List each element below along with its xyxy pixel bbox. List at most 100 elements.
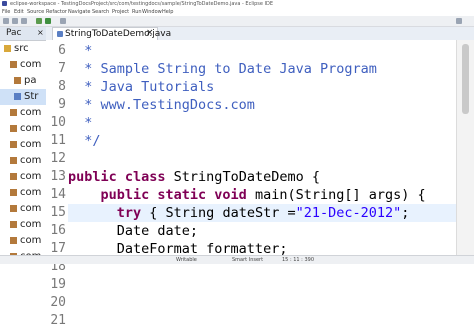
code-token: Date date; xyxy=(68,223,199,239)
code-line: try { String dateStr ="21-Dec-2012"; xyxy=(68,204,456,222)
code-token: = xyxy=(279,205,296,221)
tree-item[interactable]: Str xyxy=(0,89,46,105)
code-line: public static void main(String[] args) { xyxy=(68,186,456,204)
code-editor[interactable]: * * Sample String to Date Java Program *… xyxy=(68,40,456,255)
menu-refactor[interactable]: Refactor xyxy=(46,9,67,15)
main-toolbar xyxy=(0,16,474,27)
line-number: 7 xyxy=(58,61,66,76)
tree-item-label: src xyxy=(14,43,29,54)
run-icon[interactable] xyxy=(45,18,51,24)
print-icon[interactable] xyxy=(21,18,27,24)
tree-item[interactable]: com xyxy=(0,217,46,233)
tree-item-label: com xyxy=(20,107,42,118)
code-token: * www.TestingDocs.com xyxy=(68,97,255,113)
tree-item[interactable]: pa xyxy=(0,73,46,89)
line-number: 15 xyxy=(50,205,66,220)
tree-item[interactable]: com xyxy=(0,137,46,153)
tree-item-label: com xyxy=(20,235,42,246)
code-token: dateStr xyxy=(222,205,280,221)
menu-source[interactable]: Source xyxy=(27,9,44,15)
package-explorer-tab[interactable]: Pac × xyxy=(0,27,46,41)
line-number: 11 xyxy=(50,133,66,148)
code-line: */ xyxy=(68,132,456,150)
code-line: Date date; xyxy=(68,222,456,240)
scrollbar-thumb[interactable] xyxy=(462,44,469,114)
title-bar: eclipse-workspace - TestingDocsProject/s… xyxy=(0,0,474,8)
search-icon[interactable] xyxy=(60,18,66,24)
code-token: ; xyxy=(401,205,410,221)
package-icon xyxy=(10,109,17,116)
tree-item[interactable]: com xyxy=(0,153,46,169)
tree-item[interactable]: com xyxy=(0,185,46,201)
package-icon xyxy=(10,205,17,212)
code-token: */ xyxy=(68,133,101,149)
code-token: { String xyxy=(149,205,223,221)
tab-string-to-date-demo[interactable]: StringToDateDemo.java × xyxy=(52,27,171,41)
line-number: 20 xyxy=(50,295,66,310)
java-file-icon xyxy=(14,93,21,100)
code-token: DateFormat formatter; xyxy=(68,241,288,255)
line-number: 6 xyxy=(58,43,66,58)
close-icon[interactable]: × xyxy=(37,28,44,37)
perspective-icon[interactable] xyxy=(456,18,462,24)
package-icon xyxy=(10,125,17,132)
tree-item-label: Str xyxy=(24,91,39,102)
line-number: 10 xyxy=(50,115,66,130)
tree-item[interactable]: com xyxy=(0,105,46,121)
menu-run[interactable]: Run xyxy=(132,9,142,15)
code-line: * Sample String to Date Java Program xyxy=(68,60,456,78)
line-number: 21 xyxy=(50,313,66,328)
tree-item-label: com xyxy=(20,171,42,182)
menu-edit[interactable]: Edit xyxy=(14,9,24,15)
code-token: try xyxy=(68,205,150,221)
code-token: * Sample String to Date Java Program xyxy=(68,61,377,77)
code-line: DateFormat formatter; xyxy=(68,240,456,255)
status-writable: Writable xyxy=(176,257,197,263)
package-icon xyxy=(10,237,17,244)
package-icon xyxy=(10,173,17,180)
code-line: * xyxy=(68,114,456,132)
line-number: 19 xyxy=(50,277,66,292)
package-icon xyxy=(10,189,17,196)
code-line: * Java Tutorials xyxy=(68,78,456,96)
line-number: 16 xyxy=(50,223,66,238)
vertical-scrollbar[interactable] xyxy=(456,40,474,255)
menu-project[interactable]: Project xyxy=(112,9,129,15)
tree-item[interactable]: com xyxy=(0,201,46,217)
editor-tab-bar: StringToDateDemo.java × xyxy=(46,27,474,41)
menu-help[interactable]: Help xyxy=(162,9,173,15)
code-token: public class xyxy=(68,169,174,185)
menu-window[interactable]: Window xyxy=(142,9,162,15)
tree-item-label: com xyxy=(20,203,42,214)
menu-file[interactable]: File xyxy=(2,9,10,15)
tree-item[interactable]: src xyxy=(0,41,46,57)
status-cursor-position: 15 : 11 : 390 xyxy=(282,257,314,263)
line-number: 8 xyxy=(58,79,66,94)
menu-bar: File Edit Source Refactor Navigate Searc… xyxy=(0,8,474,16)
tree-item-label: com xyxy=(20,155,42,166)
package-explorer-tab-label: Pac xyxy=(6,28,22,38)
code-token: "21-Dec-2012" xyxy=(295,205,402,221)
menu-search[interactable]: Search xyxy=(92,9,109,15)
save-icon[interactable] xyxy=(12,18,18,24)
package-icon xyxy=(10,221,17,228)
window-title: eclipse-workspace - TestingDocsProject/s… xyxy=(10,1,274,7)
tree-item[interactable]: com xyxy=(0,169,46,185)
tree-item-label: com xyxy=(20,123,42,134)
tree-item[interactable]: com xyxy=(0,121,46,137)
menu-navigate[interactable]: Navigate xyxy=(68,9,90,15)
code-token: main(String[] args) { xyxy=(254,187,426,203)
package-icon xyxy=(10,61,17,68)
package-icon xyxy=(14,77,21,84)
tree-item[interactable]: com xyxy=(0,57,46,73)
close-icon[interactable]: × xyxy=(146,28,154,38)
code-token: StringToDateDemo { xyxy=(173,169,320,185)
tree-item[interactable]: com xyxy=(0,233,46,249)
new-icon[interactable] xyxy=(3,18,9,24)
tree-item-label: com xyxy=(20,219,42,230)
package-explorer: Pac × src com pa Str com com com com com com com co… xyxy=(0,27,47,255)
code-line: public class StringToDateDemo { xyxy=(68,168,456,186)
debug-icon[interactable] xyxy=(36,18,42,24)
code-line: * www.TestingDocs.com xyxy=(68,96,456,114)
